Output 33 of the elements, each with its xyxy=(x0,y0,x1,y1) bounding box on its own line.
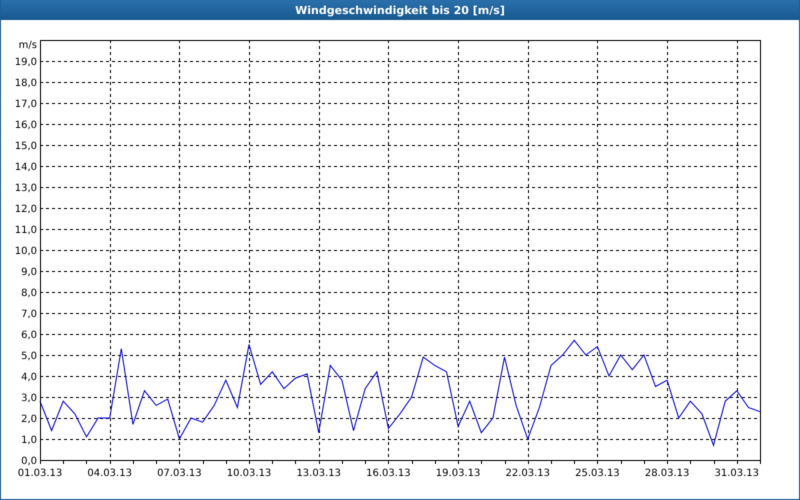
x-axis-label: 28.03.13 xyxy=(644,468,690,479)
window-title: Windgeschwindigkeit bis 20 [m/s] xyxy=(295,4,505,16)
y-axis-label: 10,0 xyxy=(14,246,37,257)
y-axis-label: 4,0 xyxy=(21,372,37,383)
y-axis-label: 12,0 xyxy=(14,204,37,215)
x-axis-label: 07.03.13 xyxy=(157,468,202,479)
y-axis-label: 0,0 xyxy=(21,456,37,467)
y-axis-label: 17,0 xyxy=(14,99,37,110)
y-axis-label: 13,0 xyxy=(14,183,37,194)
y-axis-label: 5,0 xyxy=(21,351,37,362)
x-axis-label: 04.03.13 xyxy=(87,468,132,479)
y-axis-label: 2,0 xyxy=(21,414,37,425)
y-axis-label: 6,0 xyxy=(21,330,37,341)
y-axis-label: 16,0 xyxy=(14,120,37,131)
x-axis-label: 10.03.13 xyxy=(226,468,272,479)
y-axis-label: 3,0 xyxy=(21,393,37,404)
y-axis-label: 11,0 xyxy=(14,225,37,236)
y-axis-label: 9,0 xyxy=(21,267,37,278)
x-axis-label: 16.03.13 xyxy=(366,468,411,479)
y-axis-label: 8,0 xyxy=(21,288,37,299)
x-axis-label: 19.03.13 xyxy=(436,468,480,479)
x-axis-label: 31.03.13 xyxy=(714,468,760,479)
y-axis-label: 18,0 xyxy=(14,78,37,89)
y-axis-label: 14,0 xyxy=(14,162,37,173)
x-axis-label: 01.03.13 xyxy=(18,468,62,479)
y-axis-label: 15,0 xyxy=(14,141,37,152)
x-axis-label: 13.03.13 xyxy=(296,468,341,479)
y-axis-label: 1,0 xyxy=(21,435,37,446)
x-axis-label: 22.03.13 xyxy=(505,468,550,479)
y-axis-label: 7,0 xyxy=(21,309,37,320)
axis-unit-label: m/s xyxy=(18,40,37,51)
x-axis-label: 25.03.13 xyxy=(575,468,620,479)
y-axis-label: 19,0 xyxy=(14,57,37,68)
